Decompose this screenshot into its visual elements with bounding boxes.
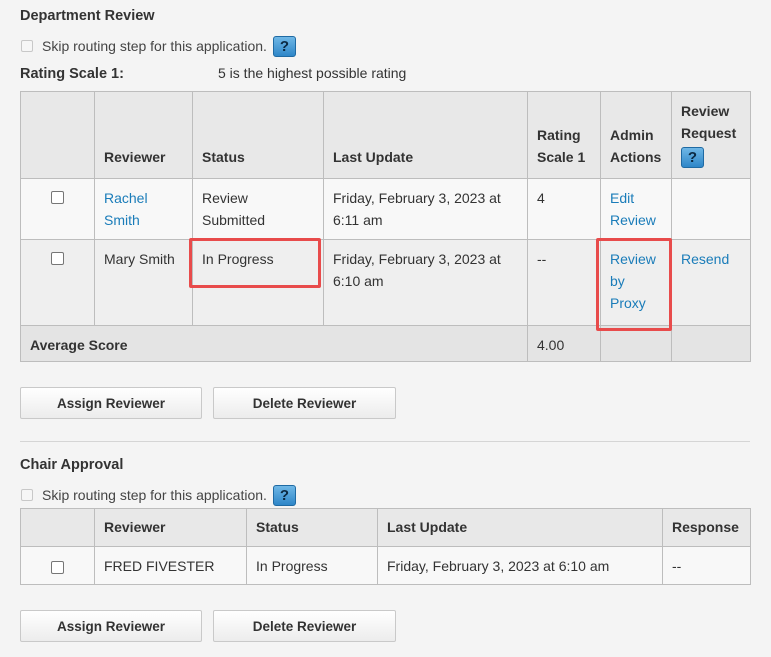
resend-link[interactable]: Resend — [681, 251, 729, 267]
last-update-cell: Friday, February 3, 2023 at 6:10 am — [323, 239, 528, 326]
reviewer-cell: FRED FIVESTER — [94, 546, 247, 585]
row-checkbox[interactable] — [51, 252, 64, 265]
review-request-cell — [671, 178, 751, 240]
select-header — [20, 508, 95, 547]
table-row: Rachel Smith Review Submitted Friday, Fe… — [20, 178, 751, 240]
average-empty-cell — [671, 325, 751, 362]
status-cell: Review Submitted — [192, 178, 324, 240]
reviewer-link[interactable]: Rachel Smith — [104, 190, 148, 228]
reviewer-cell: Rachel Smith — [94, 178, 193, 240]
department-help-icon[interactable]: ? — [272, 35, 296, 57]
status-header: Status — [192, 91, 324, 179]
chair-approval-title: Chair Approval — [20, 457, 124, 473]
last-update-header: Last Update — [323, 91, 528, 179]
chair-skip-checkbox[interactable] — [21, 489, 33, 501]
rating-scale-label: Rating Scale 1: — [20, 66, 124, 82]
row-checkbox[interactable] — [51, 191, 64, 204]
assign-reviewer-button[interactable]: Assign Reviewer — [20, 387, 202, 419]
average-score-value: 4.00 — [527, 325, 601, 362]
rating-header-line2: Scale 1 — [537, 149, 586, 165]
admin-header-line1: Admin — [610, 127, 654, 143]
row-select-cell — [20, 546, 95, 585]
review-request-help-icon[interactable]: ? — [681, 147, 704, 168]
request-header-line1: Review — [681, 103, 730, 120]
reviewer-header: Reviewer — [94, 508, 247, 547]
admin-actions-header: Admin Actions — [600, 91, 672, 179]
proxy-highlight-box — [596, 238, 672, 331]
edit-review-link[interactable]: Edit Review — [610, 190, 656, 228]
table-row: FRED FIVESTER In Progress Friday, Februa… — [20, 546, 751, 585]
response-cell: -- — [662, 546, 751, 585]
status-cell: In Progress — [246, 546, 378, 585]
chair-approval-table: Reviewer Status Last Update Response FRE… — [20, 508, 751, 585]
status-header: Status — [246, 508, 378, 547]
rating-header-line1: Rating — [537, 127, 581, 143]
admin-action-cell: Edit Review — [600, 178, 672, 240]
section-divider — [20, 441, 750, 442]
rating-cell: -- — [527, 239, 601, 326]
chair-header-row: Reviewer Status Last Update Response — [20, 508, 751, 547]
department-skip-label: Skip routing step for this application. — [42, 38, 267, 54]
response-header: Response — [662, 508, 751, 547]
rating-scale-note: 5 is the highest possible rating — [218, 65, 407, 81]
average-score-label: Average Score — [20, 325, 528, 362]
delete-reviewer-button[interactable]: Delete Reviewer — [213, 610, 396, 642]
select-header — [20, 91, 95, 179]
last-update-cell: Friday, February 3, 2023 at 6:10 am — [377, 546, 663, 585]
chair-skip-row: Skip routing step for this application. … — [21, 484, 296, 506]
chair-skip-label: Skip routing step for this application. — [42, 487, 267, 503]
row-select-cell — [20, 239, 95, 326]
row-checkbox[interactable] — [51, 561, 64, 574]
request-header-line2: Request — [681, 125, 737, 142]
department-review-title: Department Review — [20, 8, 155, 24]
department-header-row: Reviewer Status Last Update Rating Scale… — [20, 91, 751, 179]
delete-reviewer-button[interactable]: Delete Reviewer — [213, 387, 396, 419]
last-update-cell: Friday, February 3, 2023 at 6:11 am — [323, 178, 528, 240]
last-update-header: Last Update — [377, 508, 663, 547]
status-highlight-box — [189, 238, 321, 288]
department-skip-checkbox[interactable] — [21, 40, 33, 52]
review-request-header: Review Request ? — [671, 91, 751, 179]
admin-header-line2: Actions — [610, 149, 662, 165]
rating-header: Rating Scale 1 — [527, 91, 601, 179]
chair-help-icon[interactable]: ? — [272, 484, 296, 506]
rating-cell: 4 — [527, 178, 601, 240]
reviewer-cell: Mary Smith — [94, 239, 193, 326]
reviewer-header: Reviewer — [94, 91, 193, 179]
department-skip-row: Skip routing step for this application. … — [21, 35, 296, 57]
review-request-cell: Resend — [671, 239, 751, 326]
row-select-cell — [20, 178, 95, 240]
assign-reviewer-button[interactable]: Assign Reviewer — [20, 610, 202, 642]
